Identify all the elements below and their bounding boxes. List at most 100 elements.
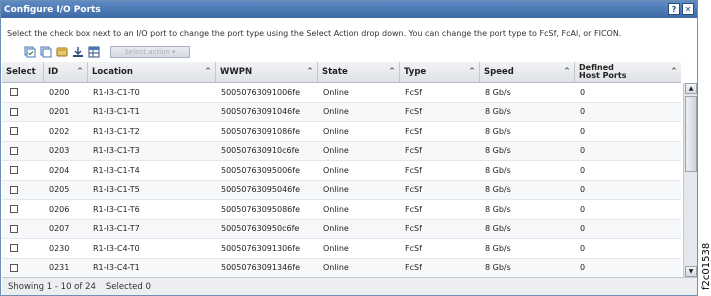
- port-id: 0203: [49, 146, 70, 156]
- table-row[interactable]: 0205 R1-I3-C1-T5 50050763095046fe Online…: [2, 180, 681, 200]
- port-speed: 8 Gb/s: [485, 146, 511, 156]
- table-row[interactable]: 0207 R1-I3-C1-T7 500507630950c6fe Online…: [2, 219, 681, 239]
- port-host-ports: 0: [580, 146, 586, 156]
- figure-id-label: f2c01538: [701, 242, 711, 290]
- sort-icon: ^: [389, 67, 395, 75]
- port-speed: 8 Gb/s: [485, 126, 511, 136]
- select-action-dropdown[interactable]: Select action ▾: [110, 46, 190, 58]
- port-state: Online: [323, 243, 349, 253]
- port-type: FcSf: [405, 263, 422, 273]
- port-host-ports: 0: [580, 243, 586, 253]
- port-speed: 8 Gb/s: [485, 185, 511, 195]
- port-wwpn: 50050763095046fe: [221, 185, 300, 195]
- table-row[interactable]: 0202 R1-I3-C1-T2 50050763091086fe Online…: [2, 122, 681, 142]
- port-state: Online: [323, 146, 349, 156]
- port-host-ports: 0: [580, 107, 586, 117]
- sort-icon: ^: [307, 67, 313, 75]
- row-select-checkbox[interactable]: [10, 107, 18, 116]
- table-row[interactable]: 0204 R1-I3-C1-T4 50050763095006fe Online…: [2, 161, 681, 181]
- row-select-checkbox[interactable]: [10, 166, 18, 175]
- port-speed: 8 Gb/s: [485, 165, 511, 175]
- port-wwpn: 50050763091306fe: [221, 243, 300, 253]
- port-id: 0207: [49, 224, 70, 234]
- column-header-select[interactable]: Select: [2, 62, 44, 82]
- table-row[interactable]: 0231 R1-I3-C4-T1 50050763091346fe Online…: [2, 258, 681, 278]
- port-host-ports: 0: [580, 263, 586, 273]
- port-location: R1-I3-C4-T0: [93, 243, 140, 253]
- row-select-checkbox[interactable]: [10, 244, 18, 253]
- instructions-text: Select the check box next to an I/O port…: [7, 29, 622, 38]
- row-select-checkbox[interactable]: [10, 205, 18, 214]
- column-header-speed[interactable]: Speed ^: [480, 62, 575, 82]
- port-wwpn: 50050763091046fe: [221, 107, 300, 117]
- deselect-all-icon[interactable]: [39, 46, 52, 59]
- table-row[interactable]: 0203 R1-I3-C1-T3 500507630910c6fe Online…: [2, 141, 681, 161]
- table-row[interactable]: 0201 R1-I3-C1-T1 50050763091046fe Online…: [2, 102, 681, 122]
- row-select-checkbox[interactable]: [10, 88, 18, 97]
- port-type: FcSf: [405, 185, 422, 195]
- port-host-ports: 0: [580, 87, 586, 97]
- port-type: FcSf: [405, 126, 422, 136]
- row-select-checkbox[interactable]: [10, 224, 18, 233]
- column-header-defined-host-ports[interactable]: Defined Host Ports ^: [575, 62, 681, 82]
- table-row[interactable]: 0230 R1-I3-C4-T0 50050763091306fe Online…: [2, 239, 681, 259]
- port-id: 0231: [49, 263, 70, 273]
- port-state: Online: [323, 204, 349, 214]
- port-location: R1-I3-C1-T3: [93, 146, 140, 156]
- selection-count: Selected 0: [105, 281, 151, 292]
- port-type: FcSf: [405, 165, 422, 175]
- port-type: FcSf: [405, 243, 422, 253]
- export-icon[interactable]: [71, 46, 84, 59]
- select-all-icon[interactable]: [23, 46, 36, 59]
- close-button[interactable]: ✕: [682, 3, 694, 15]
- port-type: FcSf: [405, 204, 422, 214]
- column-header-state[interactable]: State ^: [318, 62, 400, 82]
- table-body: 0200 R1-I3-C1-T0 50050763091006fe Online…: [2, 83, 681, 278]
- filter-icon[interactable]: [55, 46, 68, 59]
- help-button[interactable]: ?: [668, 3, 680, 15]
- port-state: Online: [323, 126, 349, 136]
- configure-columns-icon[interactable]: [87, 46, 100, 59]
- column-header-wwpn[interactable]: WWPN ^: [216, 62, 318, 82]
- io-ports-table: Select ID ^ Location ^ WWPN ^ State ^ Type ^ …: [2, 62, 697, 278]
- port-id: 0206: [49, 204, 70, 214]
- port-wwpn: 50050763095006fe: [221, 165, 300, 175]
- port-speed: 8 Gb/s: [485, 243, 511, 253]
- column-header-id[interactable]: ID ^: [44, 62, 88, 82]
- column-header-location[interactable]: Location ^: [88, 62, 216, 82]
- table-row[interactable]: 0200 R1-I3-C1-T0 50050763091006fe Online…: [2, 83, 681, 103]
- sort-icon: ^: [671, 67, 677, 75]
- column-header-type[interactable]: Type ^: [400, 62, 480, 82]
- table-row[interactable]: 0206 R1-I3-C1-T6 50050763095086fe Online…: [2, 200, 681, 220]
- scroll-down-icon[interactable]: ▼: [685, 266, 697, 277]
- configure-io-ports-dialog: Configure I/O Ports ? ✕ Select the check…: [0, 0, 698, 296]
- row-select-checkbox[interactable]: [10, 127, 18, 136]
- port-id: 0204: [49, 165, 70, 175]
- port-host-ports: 0: [580, 224, 586, 234]
- pagination-status: Showing 1 - 10 of 24: [8, 281, 96, 292]
- port-host-ports: 0: [580, 204, 586, 214]
- port-location: R1-I3-C1-T1: [93, 107, 140, 117]
- vertical-scrollbar[interactable]: ▲ ▼: [683, 83, 697, 277]
- scroll-up-icon[interactable]: ▲: [685, 83, 697, 94]
- row-select-checkbox[interactable]: [10, 263, 18, 272]
- port-id: 0205: [49, 185, 70, 195]
- port-id: 0202: [49, 126, 70, 136]
- port-state: Online: [323, 263, 349, 273]
- port-speed: 8 Gb/s: [485, 224, 511, 234]
- row-select-checkbox[interactable]: [10, 146, 18, 155]
- port-state: Online: [323, 165, 349, 175]
- port-state: Online: [323, 185, 349, 195]
- port-location: R1-I3-C1-T0: [93, 87, 140, 97]
- port-location: R1-I3-C1-T4: [93, 165, 140, 175]
- table-toolbar: Select action ▾: [23, 44, 190, 60]
- port-state: Online: [323, 107, 349, 117]
- scrollbar-thumb[interactable]: [685, 96, 697, 172]
- titlebar-buttons: ? ✕: [668, 3, 694, 15]
- port-id: 0230: [49, 243, 70, 253]
- port-wwpn: 500507630910c6fe: [221, 146, 300, 156]
- row-select-checkbox[interactable]: [10, 185, 18, 194]
- port-speed: 8 Gb/s: [485, 107, 511, 117]
- sort-icon: ^: [205, 67, 211, 75]
- sort-icon: ^: [564, 67, 570, 75]
